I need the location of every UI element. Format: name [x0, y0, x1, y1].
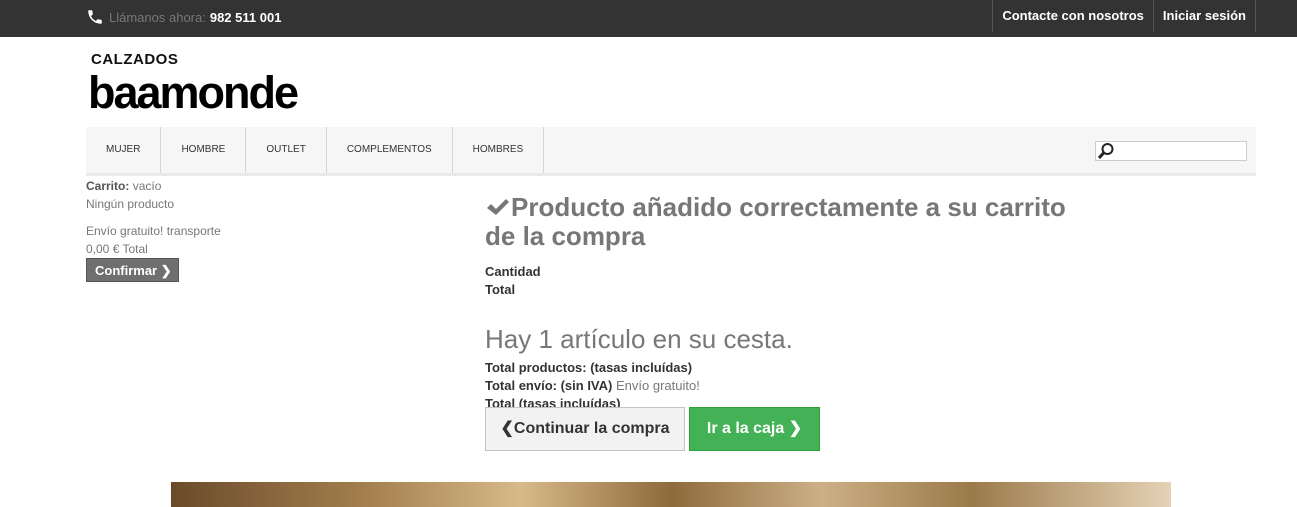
- nav-item-hombre[interactable]: HOMBRE: [161, 127, 247, 173]
- checkout-button[interactable]: Ir a la caja ❯: [689, 407, 820, 451]
- logo[interactable]: CALZADOS baamonde: [86, 50, 299, 122]
- phone-contact: Llámanos ahora: 982 511 001: [86, 6, 281, 28]
- phone-icon: [88, 10, 102, 24]
- success-heading: Producto añadido correctamente a su carr…: [485, 193, 1085, 251]
- chevron-right-icon: ❯: [160, 263, 172, 278]
- confirm-button[interactable]: Confirmar ❯: [86, 258, 179, 282]
- continue-shopping-button[interactable]: ❮Continuar la compra: [485, 407, 685, 451]
- nav-item-outlet[interactable]: OUTLET: [246, 127, 327, 173]
- shipping-total-label: Total envío: (sin IVA): [485, 378, 613, 393]
- search-input[interactable]: [1095, 141, 1247, 161]
- cart-layer: Producto añadido correctamente a su carr…: [485, 193, 1085, 413]
- nav-item-complementos[interactable]: COMPLEMENTOS: [327, 127, 453, 173]
- top-bar: Llámanos ahora: 982 511 001 Contacte con…: [0, 0, 1297, 37]
- cart-label: Carrito:: [86, 179, 130, 193]
- cart-count-message: Hay 1 artículo en su cesta.: [485, 324, 793, 354]
- chevron-right-icon: ❯: [788, 420, 803, 437]
- continue-label: Continuar la compra: [513, 420, 670, 437]
- checkout-label: Ir a la caja: [706, 420, 785, 437]
- cart-status: vacío: [132, 179, 162, 193]
- cart-no-product: Ningún producto: [86, 197, 175, 211]
- contact-link[interactable]: Contacte con nosotros: [992, 0, 1153, 32]
- login-link[interactable]: Iniciar sesión: [1152, 0, 1256, 32]
- cart-block: Carrito: vacío Ningún producto Envío gra…: [86, 177, 221, 258]
- products-total-label: Total productos: (tasas incluídas): [485, 360, 693, 375]
- main-nav: MUJER HOMBRE OUTLET COMPLEMENTOS HOMBRES: [86, 127, 1256, 176]
- nav-item-mujer[interactable]: MUJER: [86, 127, 162, 173]
- shipping-value: Envío gratuito!: [615, 378, 700, 393]
- chevron-left-icon: ❮: [500, 420, 514, 437]
- quantity-label: Cantidad: [485, 264, 541, 279]
- confirm-label: Confirmar: [95, 263, 158, 278]
- banner-image: [171, 482, 1171, 507]
- nav-item-hombres[interactable]: HOMBRES: [453, 127, 545, 173]
- check-icon: [487, 199, 509, 215]
- phone-number: 982 511 001: [209, 9, 282, 25]
- cart-shipping: Envío gratuito! transporte: [86, 224, 221, 238]
- total-label: Total: [485, 282, 516, 297]
- search-icon[interactable]: [1097, 142, 1115, 160]
- cart-total: 0,00 € Total: [86, 242, 148, 256]
- success-text: Producto añadido correctamente a su carr…: [485, 192, 1066, 251]
- logo-line2: baamonde: [88, 67, 299, 118]
- call-label: Llámanos ahora:: [109, 9, 206, 25]
